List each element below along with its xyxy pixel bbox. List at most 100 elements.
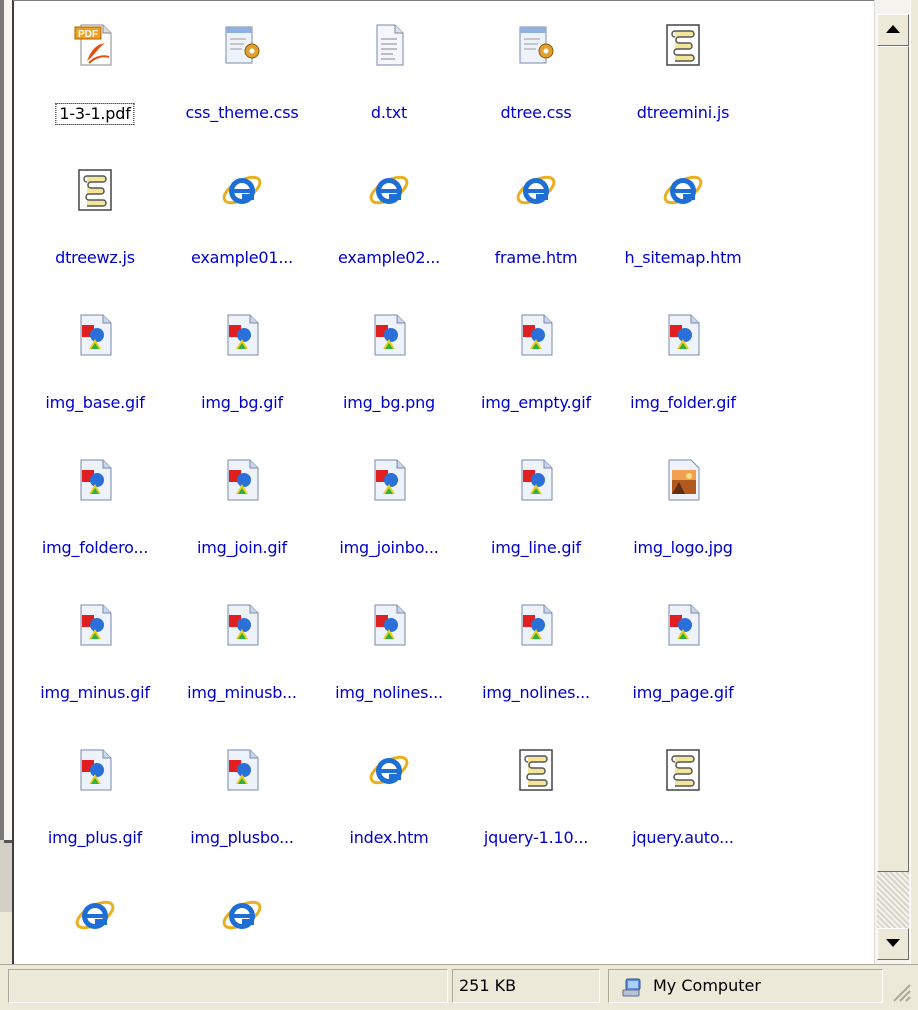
file-item[interactable]: img_minusb... — [167, 581, 317, 702]
file-item[interactable]: img_folder.gif — [608, 291, 758, 412]
image-icon — [661, 603, 705, 647]
scroll-down-button[interactable] — [877, 928, 909, 960]
file-item[interactable]: img_join.gif — [167, 436, 317, 557]
file-item[interactable]: d.txt — [314, 1, 464, 122]
file-item[interactable]: h_sitemap.htm — [608, 146, 758, 267]
image-icon — [514, 458, 558, 502]
file-name-label: 1-3-1.pdf — [55, 103, 135, 125]
file-name-label: h_sitemap.htm — [624, 248, 742, 267]
file-name-label: img_plusbo... — [190, 828, 294, 847]
file-name-label: img_page.gif — [632, 683, 734, 702]
file-name-label: dtreewz.js — [55, 248, 135, 267]
file-item[interactable]: dtreewz.js — [20, 146, 170, 267]
image-icon — [73, 313, 117, 357]
file-name-label: img_foldero... — [41, 538, 149, 557]
file-item[interactable]: img_bg.png — [314, 291, 464, 412]
file-item[interactable]: jquery.auto... — [608, 726, 758, 847]
vertical-scrollbar[interactable] — [874, 0, 911, 964]
image-icon — [367, 313, 411, 357]
file-name-label: img_plus.gif — [47, 828, 143, 847]
file-item[interactable]: img_nolines... — [461, 581, 611, 702]
status-zone-panel: My Computer — [608, 969, 883, 1003]
image-icon — [220, 458, 264, 502]
file-name-label: dtreemini.js — [636, 103, 730, 122]
script-icon — [661, 748, 705, 792]
file-name-label: css_theme.css — [185, 103, 299, 122]
file-name-label: img_logo.jpg — [633, 538, 733, 557]
file-name-label: example01... — [190, 248, 294, 267]
pdf-icon: PDF — [73, 23, 117, 67]
file-item[interactable]: css_theme.css — [167, 1, 317, 122]
file-item[interactable]: example02... — [314, 146, 464, 267]
file-item[interactable]: img_plusbo... — [167, 726, 317, 847]
arrow-down-icon — [886, 939, 900, 947]
status-zone-label: My Computer — [653, 976, 761, 995]
script-icon — [661, 23, 705, 67]
file-name-label: img_minus.gif — [40, 683, 150, 702]
status-bar: 251 KB My Computer — [0, 964, 918, 1010]
ie-icon — [661, 168, 705, 212]
file-item[interactable]: img_plus.gif — [20, 726, 170, 847]
file-item[interactable]: img_line.gif — [461, 436, 611, 557]
file-item[interactable]: PDF 1-3-1.pdf — [20, 1, 170, 125]
image-icon — [220, 313, 264, 357]
image-icon — [73, 603, 117, 647]
svg-text:PDF: PDF — [78, 29, 98, 40]
image-icon — [73, 748, 117, 792]
left-frame-strip — [0, 0, 12, 912]
file-item[interactable]: img_foldero... — [20, 436, 170, 557]
photo-icon — [661, 458, 705, 502]
file-item[interactable] — [167, 871, 317, 964]
file-name-label: jquery.auto... — [632, 828, 734, 847]
scroll-up-button[interactable] — [877, 14, 909, 46]
ie-icon — [220, 893, 264, 937]
ie-icon — [367, 168, 411, 212]
file-name-label: d.txt — [370, 103, 408, 122]
file-item[interactable]: img_bg.gif — [167, 291, 317, 412]
status-text-panel — [8, 969, 448, 1003]
file-name-label: img_line.gif — [491, 538, 581, 557]
file-item[interactable]: index.htm — [314, 726, 464, 847]
file-name-label: img_nolines... — [482, 683, 590, 702]
file-name-label: img_nolines... — [335, 683, 443, 702]
my-computer-icon — [622, 978, 641, 997]
image-icon — [73, 458, 117, 502]
ie-icon — [514, 168, 558, 212]
file-name-label: dtree.css — [500, 103, 572, 122]
file-name-label: img_empty.gif — [481, 393, 591, 412]
file-name-label: jquery-1.10... — [483, 828, 589, 847]
image-icon — [220, 603, 264, 647]
file-name-label: frame.htm — [494, 248, 578, 267]
frame-lower-block — [0, 840, 12, 912]
image-icon — [367, 603, 411, 647]
image-icon — [514, 313, 558, 357]
file-list-view[interactable]: PDF 1-3-1.pdf css_theme.css d.txt dtree.… — [12, 0, 874, 964]
css-icon — [514, 23, 558, 67]
image-icon — [514, 603, 558, 647]
file-name-label: img_bg.gif — [201, 393, 283, 412]
file-name-label: img_folder.gif — [630, 393, 736, 412]
file-item[interactable]: img_base.gif — [20, 291, 170, 412]
file-item[interactable] — [20, 871, 170, 964]
file-item[interactable]: img_minus.gif — [20, 581, 170, 702]
file-item[interactable]: img_empty.gif — [461, 291, 611, 412]
file-name-label: img_bg.png — [342, 393, 436, 412]
file-item[interactable]: img_joinbo... — [314, 436, 464, 557]
file-item[interactable]: img_nolines... — [314, 581, 464, 702]
file-item[interactable]: img_logo.jpg — [608, 436, 758, 557]
txt-icon — [367, 23, 411, 67]
file-item[interactable]: dtree.css — [461, 1, 611, 122]
file-item[interactable]: example01... — [167, 146, 317, 267]
scroll-track[interactable] — [877, 872, 909, 928]
frame-divider — [0, 0, 4, 912]
file-item[interactable]: dtreemini.js — [608, 1, 758, 122]
resize-grip-icon[interactable] — [890, 981, 912, 1003]
file-name-label: example02... — [337, 248, 441, 267]
file-item[interactable]: img_page.gif — [608, 581, 758, 702]
scroll-thumb[interactable] — [877, 46, 909, 872]
image-icon — [220, 748, 264, 792]
file-item[interactable]: jquery-1.10... — [461, 726, 611, 847]
file-name-label: img_base.gif — [45, 393, 145, 412]
window-right-edge — [910, 0, 918, 1009]
file-item[interactable]: frame.htm — [461, 146, 611, 267]
